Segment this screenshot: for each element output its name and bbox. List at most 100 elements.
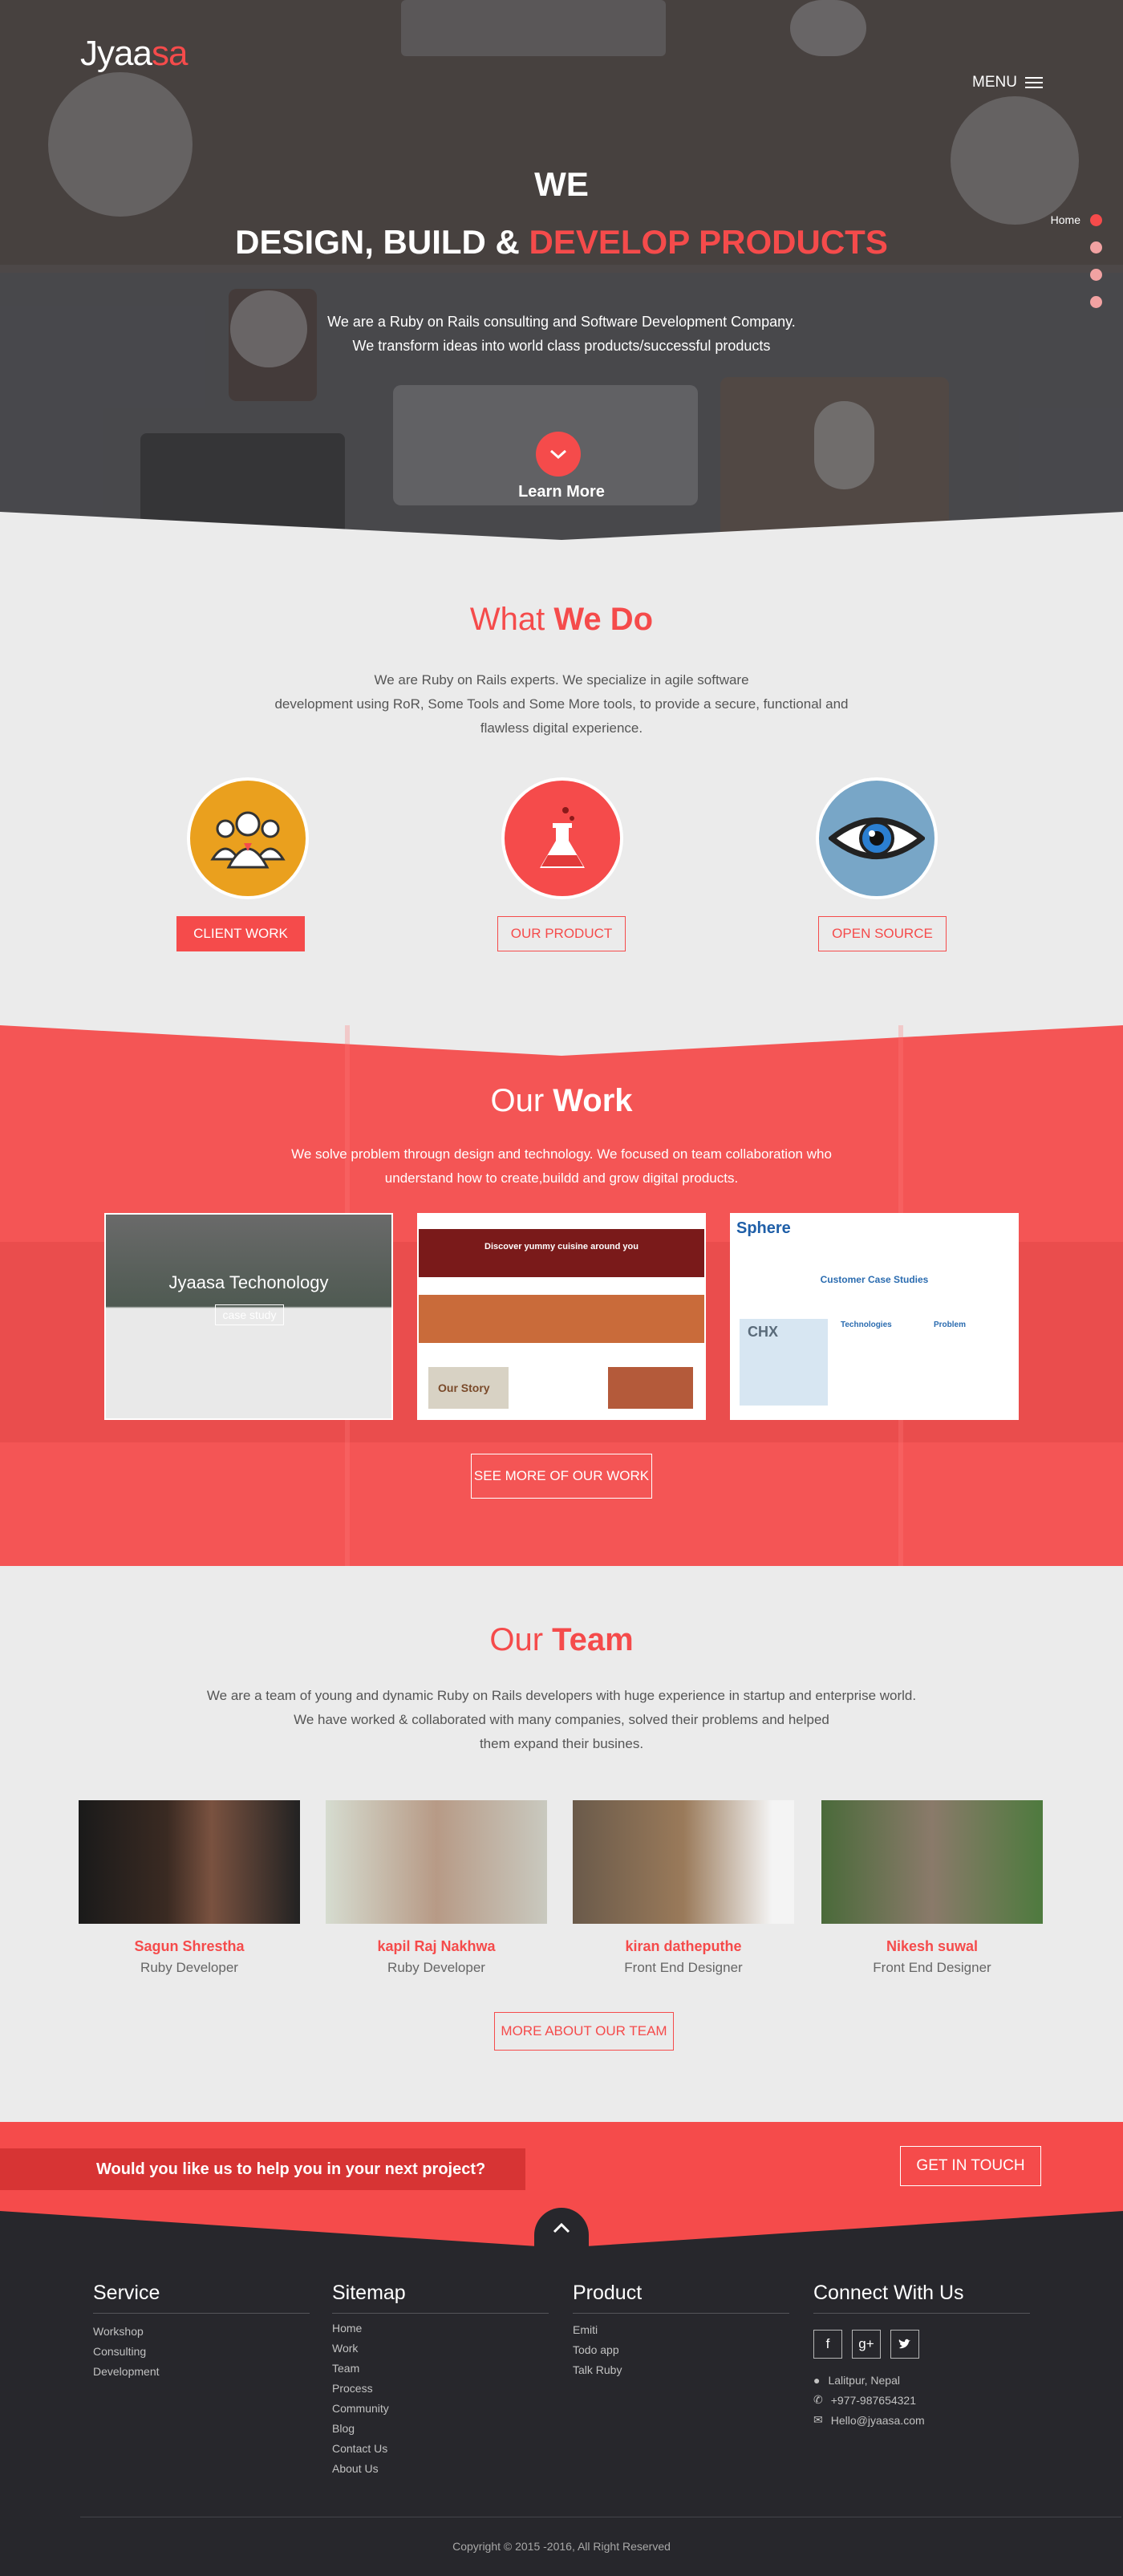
team-member[interactable]: Sagun Shrestha Ruby Developer <box>79 1800 300 1976</box>
title-light: Our <box>489 1622 544 1657</box>
what-we-do-title: What We Do <box>0 602 1123 638</box>
footer-link[interactable]: Todo app <box>573 2340 789 2360</box>
open-source-button[interactable]: OPEN SOURCE <box>818 916 947 951</box>
footer-link[interactable]: Home <box>332 2318 549 2339</box>
member-photo <box>326 1800 547 1924</box>
hero-headline-red: DEVELOP PRODUCTS <box>529 223 888 261</box>
member-role: Ruby Developer <box>140 1960 238 1975</box>
location-icon: ● <box>813 2373 821 2387</box>
footer-service-column: Service Workshop Consulting Development <box>93 2282 310 2382</box>
member-name: kiran datheputhe <box>625 1938 742 1954</box>
case-study-button[interactable]: case study <box>215 1304 284 1325</box>
address-text: Lalitpur, Nepal <box>828 2373 900 2387</box>
team-member[interactable]: Nikesh suwal Front End Designer <box>821 1800 1043 1976</box>
chevron-down-icon <box>550 449 566 460</box>
more-about-team-button[interactable]: MORE ABOUT OUR TEAM <box>494 2012 674 2051</box>
footer-heading: Product <box>573 2282 789 2314</box>
our-product-circle[interactable] <box>501 777 623 899</box>
mail-icon: ✉ <box>813 2413 823 2426</box>
footer-link[interactable]: Work <box>332 2339 549 2359</box>
work-shot-jyaasa[interactable]: Jyaasa Techonology case study <box>104 1213 393 1420</box>
footer-link[interactable]: Emiti <box>573 2320 789 2340</box>
menu-button[interactable]: MENU <box>972 74 1043 91</box>
copyright: Copyright © 2015 -2016, All Right Reserv… <box>452 2540 671 2553</box>
shot-food-strip <box>419 1295 704 1343</box>
footer-heading: Sitemap <box>332 2282 549 2314</box>
scroll-down-button[interactable] <box>536 432 581 477</box>
team-member[interactable]: kapil Raj Nakhwa Ruby Developer <box>326 1800 547 1976</box>
google-plus-icon[interactable]: g+ <box>852 2330 881 2359</box>
footer-link[interactable]: Talk Ruby <box>573 2360 789 2380</box>
team-member[interactable]: kiran datheputhe Front End Designer <box>573 1800 794 1976</box>
shot-dish <box>608 1367 693 1409</box>
text-line: understand how to create,buildd and grow… <box>384 1170 739 1186</box>
shot-col-problem: Problem <box>934 1320 967 1329</box>
member-photo <box>821 1800 1043 1924</box>
footer-link[interactable]: Contact Us <box>332 2439 549 2459</box>
member-photo <box>573 1800 794 1924</box>
footer-link[interactable]: Development <box>93 2362 310 2382</box>
site-logo[interactable]: Jyaasa <box>80 34 188 74</box>
facebook-icon[interactable]: f <box>813 2330 842 2359</box>
footer-link[interactable]: Team <box>332 2359 549 2379</box>
text-line: We are Ruby on Rails experts. We special… <box>374 672 749 688</box>
shot-heading: Customer Case Studies <box>820 1274 929 1285</box>
title-light: What <box>469 602 545 637</box>
text-line: development using RoR, Some Tools and So… <box>274 696 849 712</box>
shot-title: Jyaasa Techonology <box>168 1272 329 1292</box>
dot-icon <box>1090 295 1102 308</box>
footer-link[interactable]: Workshop <box>93 2322 310 2342</box>
shot-logo: CHX <box>748 1324 779 1340</box>
member-name: Sagun Shrestha <box>134 1938 245 1954</box>
shot-banner-bg <box>419 1229 704 1277</box>
footer-link[interactable]: Blog <box>332 2419 549 2439</box>
title-bold: We Do <box>553 602 654 637</box>
footer-heading: Service <box>93 2282 310 2314</box>
member-name: Nikesh suwal <box>886 1938 979 1954</box>
footer-link[interactable]: About Us <box>332 2459 549 2479</box>
text-line: flawless digital experience. <box>480 720 643 736</box>
eye-icon <box>829 817 925 859</box>
our-work-text: We solve problem througn design and tech… <box>0 1142 1123 1191</box>
footer-product-column: Product Emiti Todo app Talk Ruby <box>573 2282 789 2380</box>
client-work-button[interactable]: CLIENT WORK <box>176 916 305 951</box>
footer-connect-column: Connect With Us f g+ ● Lalitpur, Nepal ✆ +… <box>813 2282 1030 2430</box>
work-shot-cuisine[interactable]: Discover yummy cuisine around you Our St… <box>417 1213 706 1420</box>
twitter-icon[interactable] <box>890 2330 919 2359</box>
menu-label: MENU <box>972 74 1017 91</box>
footer-link[interactable]: Consulting <box>93 2342 310 2362</box>
dot-nav-item[interactable] <box>1051 261 1102 288</box>
our-product-button[interactable]: OUR PRODUCT <box>497 916 626 951</box>
hero-subtitle-line: We are a Ruby on Rails consulting and So… <box>327 314 796 330</box>
member-role: Ruby Developer <box>387 1960 485 1975</box>
footer-sitemap-column: Sitemap Home Work Team Process Community… <box>332 2282 549 2479</box>
footer-email[interactable]: ✉ Hello@jyaasa.com <box>813 2410 1030 2430</box>
hero-subtitle: We are a Ruby on Rails consulting and So… <box>0 310 1123 358</box>
team-people-icon <box>210 811 286 869</box>
member-name: kapil Raj Nakhwa <box>377 1938 496 1954</box>
footer-heading: Connect With Us <box>813 2282 1030 2314</box>
open-source-circle[interactable] <box>816 777 938 899</box>
our-work-title: Our Work <box>0 1083 1123 1119</box>
hamburger-icon <box>1025 77 1043 88</box>
hero-headline-white: DESIGN, BUILD & <box>235 223 520 261</box>
our-team-text: We are a team of young and dynamic Ruby … <box>0 1684 1123 1756</box>
shot-brand: Sphere <box>736 1219 791 1237</box>
our-team-title: Our Team <box>0 1622 1123 1658</box>
member-role: Front End Designer <box>624 1960 743 1975</box>
text-line: them expand their busines. <box>479 1736 644 1751</box>
learn-more-link[interactable]: Learn More <box>0 483 1123 501</box>
cta-question: Would you like us to help you in your ne… <box>0 2148 525 2190</box>
hero-we: WE <box>534 165 589 203</box>
footer-link[interactable]: Process <box>332 2379 549 2399</box>
text-line: We have worked & collaborated with many … <box>294 1712 829 1727</box>
text-line: We solve problem througn design and tech… <box>291 1146 832 1162</box>
member-role: Front End Designer <box>873 1960 991 1975</box>
work-shot-sphere[interactable]: Sphere Customer Case Studies CHX Technol… <box>730 1213 1019 1420</box>
what-we-do-text: We are Ruby on Rails experts. We special… <box>0 668 1123 740</box>
see-more-work-button[interactable]: SEE MORE OF OUR WORK <box>471 1454 652 1499</box>
client-work-circle[interactable] <box>187 777 309 899</box>
get-in-touch-button[interactable]: GET IN TOUCH <box>900 2146 1041 2186</box>
text-line: We are a team of young and dynamic Ruby … <box>206 1688 917 1703</box>
footer-link[interactable]: Community <box>332 2399 549 2419</box>
